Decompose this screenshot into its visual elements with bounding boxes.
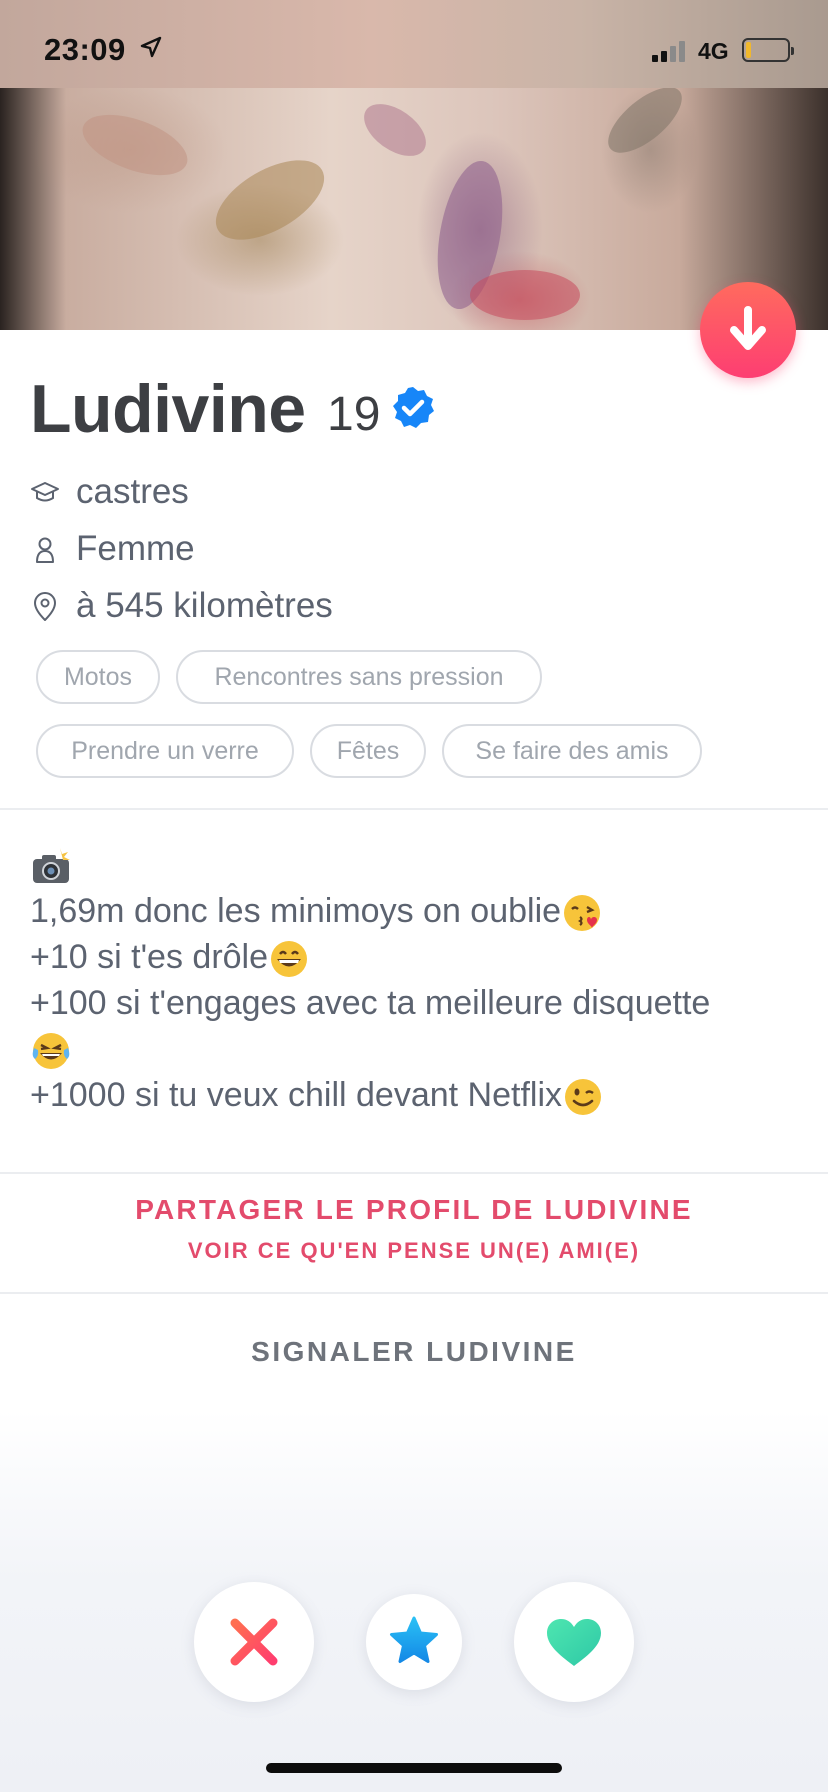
home-indicator[interactable]: [266, 1763, 562, 1773]
graduation-cap-icon: [31, 482, 59, 502]
status-time: 23:09: [44, 32, 126, 67]
interest-tag: Motos: [36, 650, 160, 704]
bio-line: [30, 1026, 810, 1072]
divider: [0, 808, 828, 810]
x-icon: [230, 1618, 278, 1666]
bio-line: +100 si t'engages avec ta meilleure disq…: [30, 980, 810, 1026]
nope-button[interactable]: [194, 1582, 314, 1702]
profile-age: 19: [327, 388, 381, 441]
signal-icon: [652, 40, 688, 62]
bio-text: 1,69m donc les minimoys on oublie +10 si…: [30, 842, 810, 1118]
grinning-face-emoji-icon: [271, 941, 308, 978]
interest-tag: Fêtes: [310, 724, 426, 778]
share-profile-subtitle: VOIR CE QU'EN PENSE UN(E) AMI(E): [187, 1238, 641, 1263]
arrow-down-icon: [730, 306, 766, 350]
bio-line-3: +100 si t'engages avec ta meilleure disq…: [30, 984, 711, 1022]
battery-icon: [742, 38, 794, 62]
profile-name: Ludivine: [30, 371, 306, 447]
location-pin-icon: [34, 592, 56, 621]
school-text: castres: [76, 472, 189, 511]
bio-line: +10 si t'es drôle: [30, 934, 810, 980]
bio-line: 1,69m donc les minimoys on oublie: [30, 888, 810, 934]
person-icon: [36, 537, 54, 563]
like-button[interactable]: [514, 1582, 634, 1702]
bio-line: +1000 si tu veux chill devant Netflix: [30, 1072, 810, 1118]
bio-line: [30, 842, 810, 888]
bio-line-2: +10 si t'es drôle: [30, 938, 269, 976]
super-like-button[interactable]: [366, 1594, 462, 1690]
report-profile-button[interactable]: SIGNALER LUDIVINE: [0, 1336, 828, 1368]
star-icon: [390, 1616, 438, 1663]
collapse-profile-button[interactable]: [700, 282, 796, 378]
distance-text: à 545 kilomètres: [76, 586, 333, 625]
interest-tag: Prendre un verre: [36, 724, 294, 778]
location-arrow-icon: [140, 36, 162, 58]
network-type: 4G: [698, 38, 729, 64]
winking-face-emoji-icon: [565, 1079, 602, 1116]
camera-flash-emoji-icon: [33, 848, 70, 884]
heart-icon: [547, 1619, 601, 1666]
tears-of-joy-emoji-icon: [32, 1033, 70, 1070]
divider: [0, 1172, 828, 1174]
share-profile-title: PARTAGER LE PROFIL DE LUDIVINE: [135, 1194, 693, 1225]
bio-line-1: 1,69m donc les minimoys on oublie: [30, 892, 562, 930]
interest-tag: Se faire des amis: [442, 724, 702, 778]
verified-badge-icon[interactable]: [390, 385, 436, 431]
interest-tag: Rencontres sans pression: [176, 650, 542, 704]
gender-text: Femme: [76, 529, 195, 568]
divider: [0, 1292, 828, 1294]
kiss-face-emoji-icon: [564, 895, 601, 932]
status-bar: 23:09 4G: [0, 0, 828, 88]
share-profile-button[interactable]: PARTAGER LE PROFIL DE LUDIVINE VOIR CE Q…: [0, 1194, 828, 1264]
bio-line-4: +1000 si tu veux chill devant Netflix: [30, 1076, 563, 1114]
